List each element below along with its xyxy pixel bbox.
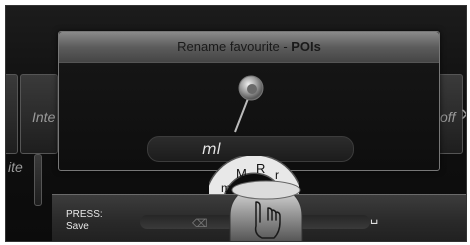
press-action: Save xyxy=(66,221,89,232)
dialog-title: Rename favourite - POIs xyxy=(59,32,439,63)
head-unit-screen: Inte ite off › Rename favourite - POIs m… xyxy=(5,5,467,242)
space-icon[interactable]: ␣ xyxy=(370,209,378,225)
speller-letter-selected[interactable]: R xyxy=(256,161,265,176)
delete-icon[interactable]: ⌫ xyxy=(192,217,208,230)
map-pin-icon xyxy=(234,75,264,133)
next-arrow-icon[interactable]: › xyxy=(461,100,466,126)
background-label-inte: Inte xyxy=(32,109,56,125)
dialog-title-prefix: Rename favourite - xyxy=(177,39,292,54)
dialog-title-category: POIs xyxy=(291,39,321,54)
press-label: PRESS: xyxy=(66,209,103,220)
background-tile-left xyxy=(6,74,18,154)
press-hint: PRESS: Save xyxy=(66,209,103,233)
background-label-off: off xyxy=(440,109,456,125)
rename-dialog: Rename favourite - POIs ml xyxy=(58,31,440,171)
scroll-indicator xyxy=(34,154,42,206)
background-label-ite: ite xyxy=(8,159,23,175)
hand-touch-controller-icon xyxy=(229,180,303,241)
